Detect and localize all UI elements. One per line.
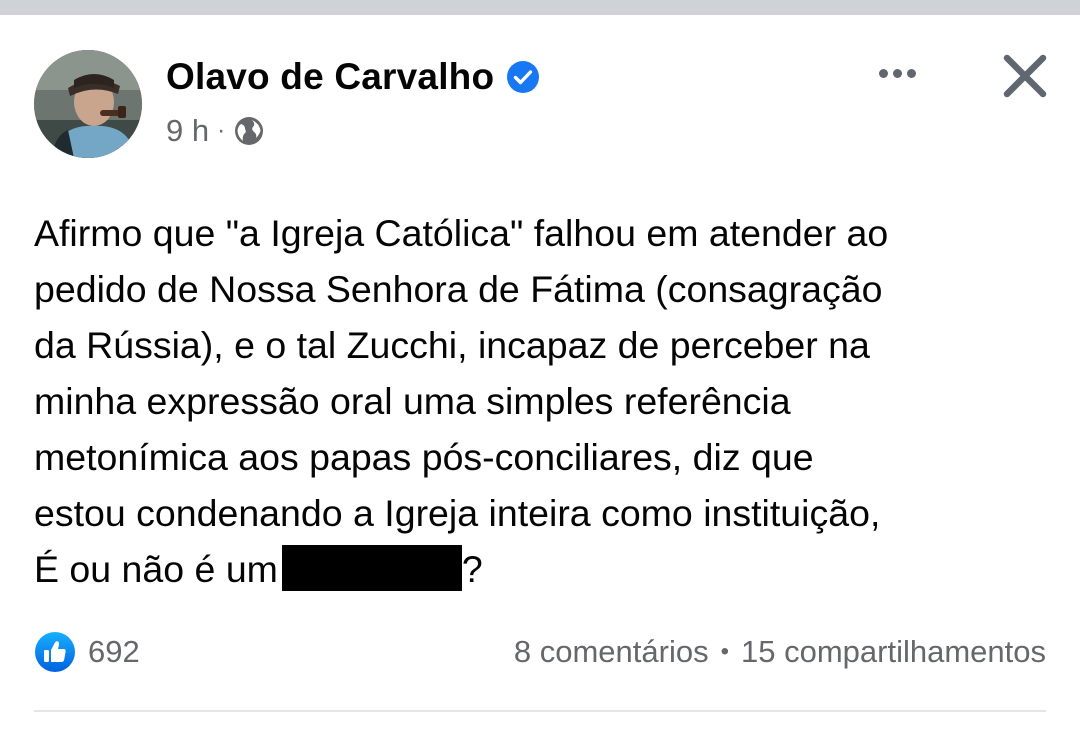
more-dot xyxy=(878,68,888,78)
top-strip xyxy=(0,0,1080,15)
post-text-before-redaction: É ou não é um xyxy=(34,548,278,590)
engagement-stats: 8 comentários • 15 compartilhamentos xyxy=(514,629,1046,675)
post-body: Afirmo que "a Igreja Católica" falhou em… xyxy=(34,205,1054,597)
comments-count-link[interactable]: 8 comentários xyxy=(514,634,709,670)
author-row: Olavo de Carvalho xyxy=(166,53,540,101)
reaction-count: 692 xyxy=(88,634,140,669)
post-text-after-redaction: ? xyxy=(461,548,483,590)
post-text-line: metonímica aos papas pós-conciliares, di… xyxy=(34,436,814,478)
post-text-line: Afirmo que "a Igreja Católica" falhou em… xyxy=(34,212,889,254)
post-time[interactable]: 9 h xyxy=(166,113,209,149)
post-meta: 9 h · xyxy=(166,111,265,151)
post-text-last-line: É ou não é um? xyxy=(34,541,1054,597)
post-text-line: pedido de Nossa Senhora de Fátima (consa… xyxy=(34,268,883,310)
meta-separator: · xyxy=(217,117,226,144)
author-name[interactable]: Olavo de Carvalho xyxy=(166,56,494,98)
post-card: Olavo de Carvalho 9 h · Afirmo que "a Ig… xyxy=(0,15,1080,739)
post-text-line: minha expressão oral uma simples referên… xyxy=(34,380,791,422)
avatar-photo xyxy=(34,50,142,158)
more-dot xyxy=(892,68,902,78)
stats-separator: • xyxy=(720,638,729,665)
more-options-button[interactable] xyxy=(868,53,926,93)
like-icon xyxy=(35,632,75,672)
reactions-summary[interactable]: 692 xyxy=(34,629,140,675)
divider xyxy=(34,710,1046,712)
more-dot xyxy=(906,68,916,78)
close-icon xyxy=(1003,54,1047,98)
shares-count-link[interactable]: 15 compartilhamentos xyxy=(741,634,1046,670)
post-text-line: da Rússia), e o tal Zucchi, incapaz de p… xyxy=(34,324,870,366)
verified-badge-icon xyxy=(507,61,540,93)
close-button[interactable] xyxy=(996,47,1054,105)
globe-icon[interactable] xyxy=(233,115,265,147)
author-avatar[interactable] xyxy=(34,50,142,158)
post-text-line: estou condenando a Igreja inteira como i… xyxy=(34,492,881,534)
redaction-box xyxy=(281,545,462,591)
